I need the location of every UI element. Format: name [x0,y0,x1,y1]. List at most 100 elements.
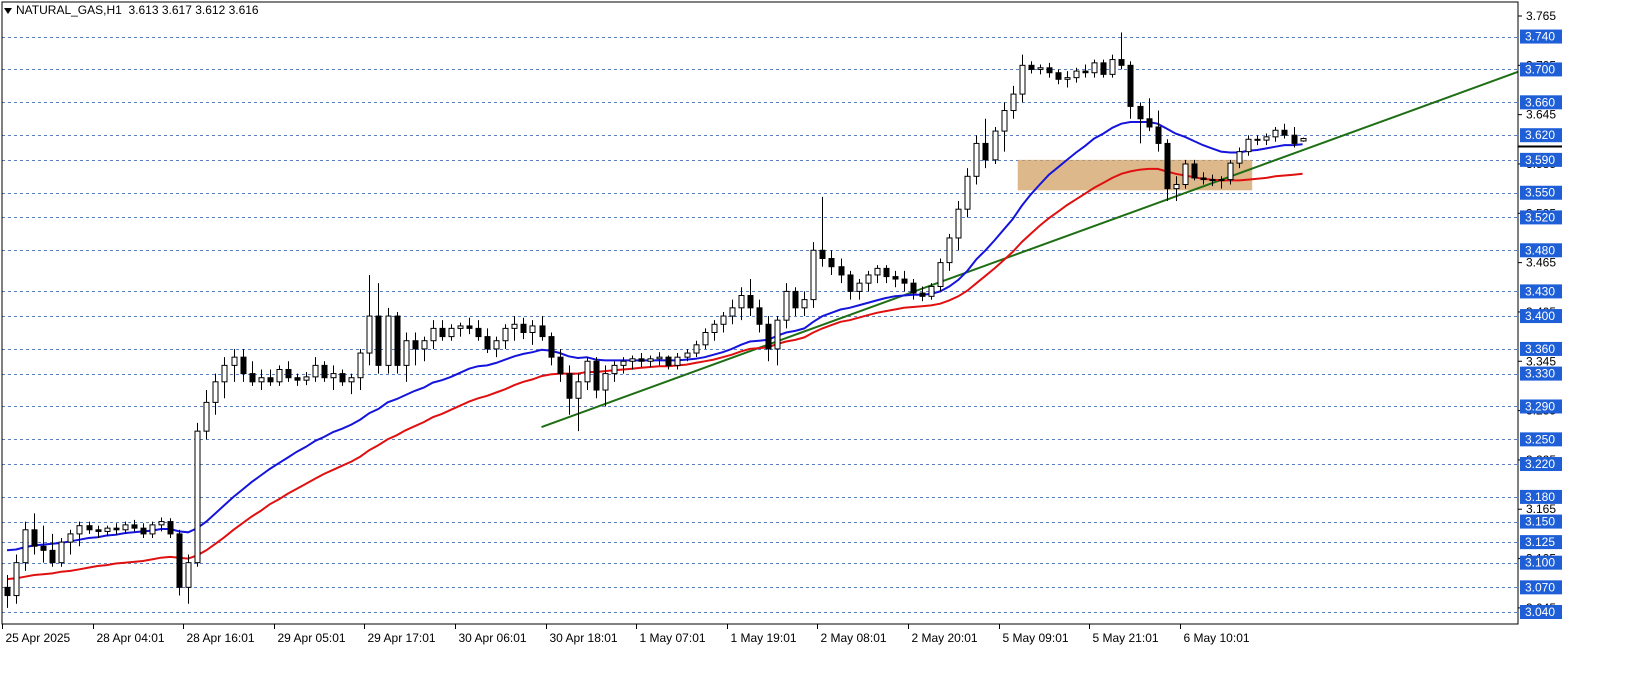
level-price-tag-text: 3.400 [1525,309,1555,323]
chart-header: NATURAL_GAS,H1 3.613 3.617 3.612 3.616 [4,3,259,17]
candle-body [801,299,808,309]
candle-body [593,360,600,391]
x-tick-label: 30 Apr 18:01 [550,631,618,645]
candle-body [1200,177,1207,181]
candle-body [502,327,509,342]
candle-body [221,364,228,383]
candle [1001,102,1008,152]
candle-body [720,315,727,325]
candle-body [674,356,681,366]
candle [439,320,446,341]
candle [1127,61,1134,119]
candle-body [810,249,817,301]
candle [1055,69,1062,85]
candle [611,361,618,382]
level-price-tag-text: 3.290 [1525,399,1555,413]
candle-body [276,368,283,383]
candle [330,365,337,391]
candle [765,316,772,362]
candle [774,316,781,366]
candle [1037,64,1044,75]
x-tick-label: 28 Apr 16:01 [187,631,255,645]
candle-body [937,262,944,287]
candle [1245,135,1252,156]
candle-body [575,381,582,399]
candle [113,523,120,535]
candle-body [1046,67,1053,74]
candle-body [484,336,491,350]
candle-body [511,323,518,329]
candle-body [294,377,301,381]
candle [4,575,11,608]
candle-body [95,529,102,532]
candle-body [330,373,337,379]
candle [457,322,464,337]
candle [539,316,546,341]
candle [221,357,228,399]
level-price-tag-text: 3.150 [1525,515,1555,529]
candle [1010,85,1017,119]
candle [901,270,908,292]
candle-body [1109,59,1116,75]
candle [1272,126,1279,142]
candle [312,357,319,382]
candle-body [357,352,364,379]
candle-body [819,249,826,260]
candle [149,521,156,539]
candle-body [339,373,346,383]
dropdown-triangle-icon[interactable] [4,7,12,14]
level-price-tag-text: 3.220 [1525,457,1555,471]
candle-body [1155,126,1162,144]
level-price-tag-text: 3.550 [1525,186,1555,200]
candle [647,355,654,368]
candle-body [67,533,74,543]
candle [946,233,953,271]
candle-body [49,549,56,564]
x-tick-label: 2 May 20:01 [912,631,978,645]
candle [937,258,944,292]
candle-body [1191,163,1198,179]
candle-body [729,307,736,317]
level-price-tag: 3.125 [1520,535,1562,550]
candle [339,369,346,386]
candle [258,369,265,391]
level-price-tag: 3.070 [1520,580,1562,595]
candle-body [1291,134,1298,144]
candle-body [774,319,781,350]
candle-body [158,521,165,526]
level-price-tag-text: 3.360 [1525,342,1555,356]
candle [856,279,863,300]
x-tick-label: 1 May 07:01 [640,631,706,645]
candle-body [1236,151,1243,164]
ma-layer [6,121,1303,581]
candle-body [113,527,120,531]
candle [693,340,700,358]
candle-body [1300,137,1307,142]
candle [828,250,835,275]
candle-body [212,381,219,403]
candle-body [557,356,564,375]
candle-body [883,267,890,278]
candle [973,135,980,185]
y-tick-label: 3.765 [1526,9,1556,23]
price-chart[interactable]: 3.7653.7053.6453.5853.5253.4653.4053.345… [0,0,1651,687]
candle [240,348,247,382]
candle-body [1146,118,1153,128]
candle [656,352,663,366]
candle [502,324,509,349]
level-price-tag: 3.040 [1520,605,1562,619]
level-price-tag: 3.550 [1520,185,1562,200]
candle [665,355,672,370]
candle-body [584,360,591,383]
candle [810,242,817,308]
candle-body [348,377,355,383]
candle-body [548,336,555,358]
candle-body [892,276,899,280]
candle [992,126,999,164]
candle [1155,110,1162,152]
candle-body [992,130,999,161]
candle-body [249,373,256,383]
level-price-tag: 3.330 [1520,366,1562,381]
candle [883,265,890,284]
candle [466,317,473,335]
